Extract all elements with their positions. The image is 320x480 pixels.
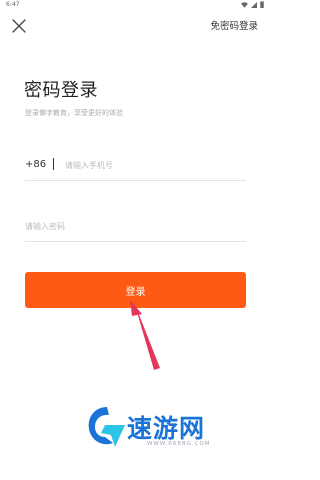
status-icons (241, 1, 264, 8)
divider (53, 158, 54, 170)
wifi-icon (241, 1, 248, 8)
watermark-text: 速游网 (127, 414, 206, 443)
password-input[interactable] (25, 215, 243, 237)
password-field-row (25, 211, 246, 242)
battery-icon (260, 1, 264, 8)
page-title: 密码登录 (24, 80, 98, 101)
status-time: 6:47 (6, 1, 20, 8)
status-bar: 6:47 (0, 0, 270, 10)
signal-icon (251, 1, 257, 8)
page-subtitle: 登录懒字教育，享受更好的体验 (25, 109, 123, 117)
passwordless-login-link[interactable]: 免密码登录 (210, 18, 258, 32)
watermark-logo (88, 407, 125, 447)
annotation-arrow (130, 300, 160, 370)
phone-field-row: +86 (25, 150, 246, 181)
watermark: 速游网 WWW.668BG.COM (85, 405, 265, 465)
phone-input[interactable] (65, 154, 243, 176)
close-icon (12, 19, 26, 33)
country-code-selector[interactable]: +86 (25, 159, 46, 170)
close-button[interactable] (12, 18, 26, 33)
watermark-url: WWW.668BG.COM (147, 441, 211, 447)
